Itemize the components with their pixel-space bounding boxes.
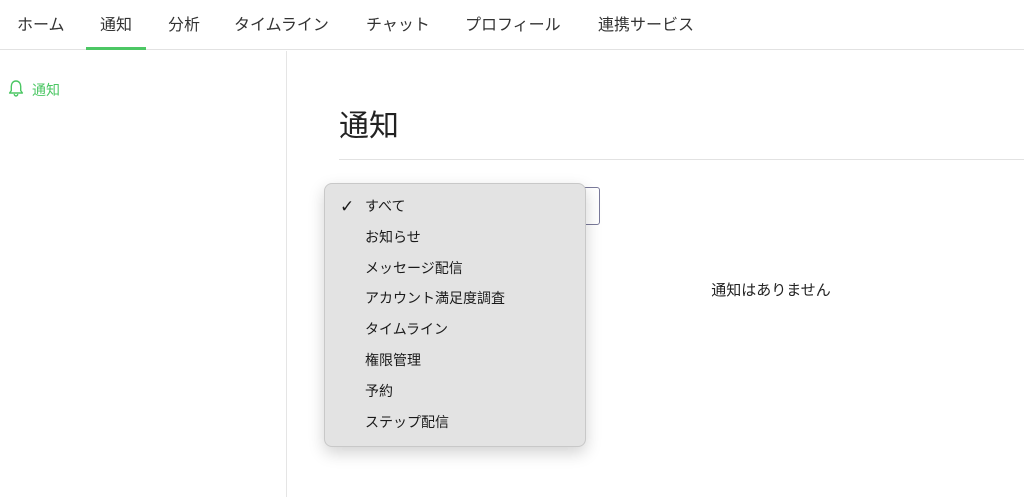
sidebar: 通知 <box>0 51 287 497</box>
dropdown-option-all[interactable]: ✓ すべて <box>325 192 585 223</box>
tab-timeline[interactable]: タイムライン <box>234 0 329 50</box>
tab-analytics[interactable]: 分析 <box>168 0 200 50</box>
dropdown-option-label: すべて <box>365 199 406 215</box>
tab-integrations[interactable]: 連携サービス <box>598 0 694 50</box>
filter-dropdown-menu: ✓ すべて お知らせ メッセージ配信 アカウント満足度調査 タイムライン 権限管… <box>324 183 586 447</box>
tab-notifications[interactable]: 通知 <box>85 0 147 50</box>
dropdown-option-label: タイムライン <box>365 322 449 338</box>
dropdown-option-label: 権限管理 <box>365 353 421 369</box>
dropdown-option-timeline[interactable]: タイムライン <box>325 315 585 346</box>
sidebar-item-label: 通知 <box>32 83 60 99</box>
dropdown-option-label: 予約 <box>365 384 393 400</box>
bell-icon <box>8 79 24 101</box>
dropdown-option-step-delivery[interactable]: ステップ配信 <box>325 408 585 439</box>
tab-profile[interactable]: プロフィール <box>465 0 561 50</box>
top-navigation: ホーム 通知 分析 タイムライン チャット プロフィール 連携サービス <box>0 0 1024 50</box>
dropdown-option-label: お知らせ <box>365 230 421 246</box>
checkmark-icon: ✓ <box>340 197 355 217</box>
page-title: 通知 <box>339 109 399 144</box>
dropdown-option-label: アカウント満足度調査 <box>365 291 505 307</box>
dropdown-option-label: ステップ配信 <box>365 415 449 431</box>
dropdown-option-satisfaction-survey[interactable]: アカウント満足度調査 <box>325 284 585 315</box>
dropdown-option-announcements[interactable]: お知らせ <box>325 223 585 254</box>
tab-chat[interactable]: チャット <box>366 0 430 50</box>
dropdown-option-permissions[interactable]: 権限管理 <box>325 346 585 377</box>
dropdown-option-label: メッセージ配信 <box>365 261 463 277</box>
dropdown-option-message-delivery[interactable]: メッセージ配信 <box>325 254 585 285</box>
title-divider <box>339 159 1024 160</box>
sidebar-item-notifications[interactable]: 通知 <box>8 79 60 101</box>
tab-home[interactable]: ホーム <box>17 0 65 50</box>
dropdown-option-reservations[interactable]: 予約 <box>325 377 585 408</box>
